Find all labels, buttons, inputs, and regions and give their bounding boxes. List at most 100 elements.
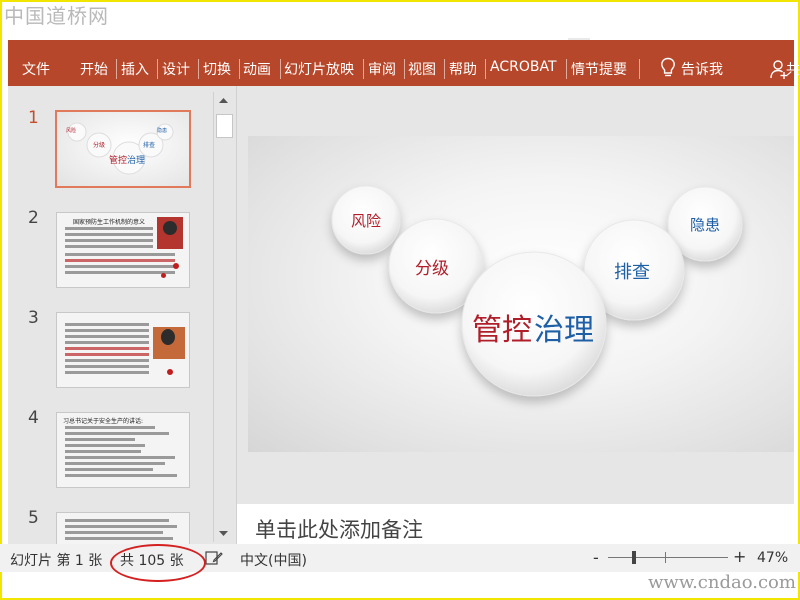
thumb-text-line: [65, 353, 149, 356]
share-button[interactable]: 共: [786, 59, 800, 79]
thumb-text-line: [65, 432, 169, 435]
tab-separator: [363, 59, 364, 79]
zoom-slider-track[interactable]: [608, 557, 728, 558]
tab-separator: [566, 59, 567, 79]
thumb-text-line: [65, 468, 153, 471]
thumb-text: 隐患: [157, 128, 168, 134]
thumb-text-line: [65, 329, 149, 332]
slide-number: 5: [28, 508, 39, 528]
zoom-in-button[interactable]: +: [733, 547, 746, 566]
zoom-out-button[interactable]: -: [593, 548, 599, 567]
thumb-dot: [173, 263, 179, 269]
tab-separator: [157, 59, 158, 79]
thumb-text-line: [65, 253, 175, 256]
thumb-photo-figure: [161, 329, 175, 345]
tab-separator: [485, 59, 486, 79]
thumb-text-line: [65, 265, 175, 268]
thumb-text-line: [65, 444, 145, 447]
slide-thumbnail-5[interactable]: [56, 512, 190, 545]
tab-insert[interactable]: 插入: [121, 59, 149, 79]
thumb-text-line: [65, 347, 149, 350]
thumb-text-line: [65, 271, 175, 274]
tab-slideshow[interactable]: 幻灯片放映: [284, 59, 354, 79]
thumb-text: 排查: [143, 142, 156, 149]
thumb-text-line: [65, 474, 177, 477]
thumb-text-line: [65, 426, 155, 429]
thumb-text: 习总书记关于安全生产的讲话:: [63, 418, 144, 425]
thumb-text-line: [65, 259, 175, 262]
watermark-top: 中国道桥网: [4, 4, 109, 28]
thumb-text-line: [65, 519, 169, 522]
thumb-text: 管控: [109, 156, 128, 166]
bubble-check-label: 排查: [614, 262, 650, 283]
tab-separator: [239, 59, 240, 79]
thumb-text-line: [65, 438, 135, 441]
tab-review[interactable]: 审阅: [368, 59, 396, 79]
slide-thumbnail-1[interactable]: 风险 分级 隐患 排查 管控 治理: [55, 110, 191, 188]
tab-view[interactable]: 视图: [408, 59, 436, 79]
thumb-dot: [161, 273, 166, 278]
slide-number: 2: [28, 208, 39, 228]
notes-pane[interactable]: 单击此处添加备注: [237, 504, 794, 544]
lightbulb-icon[interactable]: [660, 57, 676, 79]
notes-edit-icon[interactable]: [205, 550, 223, 566]
notes-placeholder[interactable]: 单击此处添加备注: [255, 514, 423, 544]
thumb-text-line: [65, 531, 163, 534]
thumb-text-line: [65, 456, 175, 459]
thumb-text: 国家预防生工作机制的意义: [73, 219, 146, 226]
zoom-slider-thumb[interactable]: [632, 551, 636, 564]
slide-thumbnail-2[interactable]: 国家预防生工作机制的意义: [56, 212, 190, 288]
tab-separator: [444, 59, 445, 79]
tab-transitions[interactable]: 切换: [203, 59, 231, 79]
tab-acrobat[interactable]: ACROBAT: [490, 59, 557, 75]
thumbnail-graphic: [67, 122, 174, 175]
pane-divider: [236, 86, 237, 544]
scroll-down-icon[interactable]: [214, 524, 233, 542]
scrollbar-thumb[interactable]: [216, 114, 233, 138]
zoom-level[interactable]: 47%: [757, 550, 788, 566]
thumb-text-line: [65, 323, 149, 326]
thumb-text-line: [65, 341, 149, 344]
tab-file[interactable]: 文件: [22, 59, 50, 79]
ribbon-tab-bar: 文件 开始 插入 设计 切换 动画 幻灯片放映 审阅 视图 帮助 ACROBAT…: [8, 40, 800, 86]
scroll-up-icon[interactable]: [214, 92, 233, 110]
slide-number: 1: [28, 108, 39, 128]
slide-number: 3: [28, 308, 39, 328]
slide-position: 幻灯片 第 1 张: [10, 553, 103, 569]
thumb-text-line: [65, 525, 177, 528]
language-indicator[interactable]: 中文(中国): [240, 550, 307, 570]
tab-help[interactable]: 帮助: [449, 59, 477, 79]
slide-canvas[interactable]: 风险 分级 隐患 排查 管控 治理: [248, 136, 794, 452]
thumb-photo-figure: [163, 221, 177, 235]
thumb-text: 治理: [127, 156, 146, 166]
tab-separator: [404, 59, 405, 79]
slide-thumbnail-3[interactable]: [56, 312, 190, 388]
tell-me-search[interactable]: 告诉我: [681, 59, 723, 79]
thumbnail-scrollbar[interactable]: [213, 92, 233, 542]
thumb-text-line: [65, 239, 153, 242]
thumb-text: 分级: [93, 142, 106, 149]
slide-title-part2: 治理: [534, 313, 594, 348]
thumb-text-line: [65, 227, 153, 230]
thumb-text: 风险: [66, 128, 77, 134]
thumb-text-line: [65, 335, 149, 338]
tab-animations[interactable]: 动画: [243, 59, 271, 79]
thumb-text-line: [65, 365, 149, 368]
slide-number: 4: [28, 408, 39, 428]
thumb-text-line: [65, 359, 149, 362]
thumb-text-line: [65, 462, 165, 465]
thumb-text-line: [65, 233, 153, 236]
slide-bubble-graphic: [331, 185, 743, 397]
annotation-red-circle: [110, 544, 206, 582]
thumb-text-line: [65, 450, 141, 453]
bubble-hidden-label: 隐患: [690, 216, 721, 234]
zoom-slider-center-tick: [665, 552, 666, 563]
slide-thumbnail-4[interactable]: 习总书记关于安全生产的讲话:: [56, 412, 190, 488]
tab-storyboard[interactable]: 情节提要: [571, 59, 627, 79]
slide-title-part1: 管控: [472, 313, 532, 348]
tab-home[interactable]: 开始: [80, 59, 108, 79]
tab-design[interactable]: 设计: [162, 59, 190, 79]
bubble-grade-label: 分级: [415, 259, 449, 279]
tab-separator: [198, 59, 199, 79]
bubble-risk-label: 风险: [351, 212, 382, 230]
